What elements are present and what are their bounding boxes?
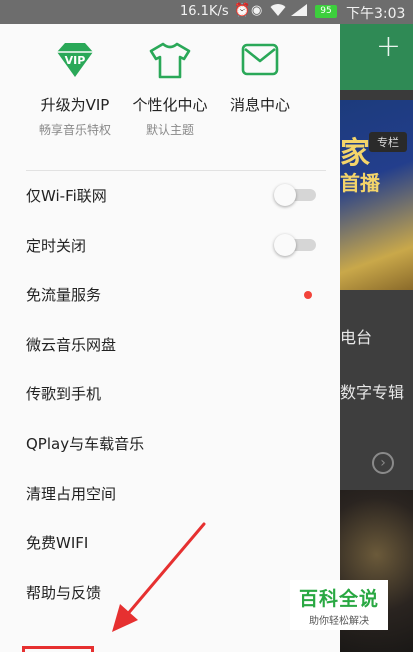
menu-item-transfer-songs[interactable]: 传歌到手机 <box>26 379 326 409</box>
vip-diamond-icon: VIP <box>53 40 97 80</box>
background-app: + 家 首播 专栏 电台 数字专辑 › <box>340 0 413 652</box>
battery-icon: 95 <box>315 5 337 18</box>
background-item-radio[interactable]: 电台 <box>340 324 372 348</box>
annotation-highlight-box <box>22 646 94 652</box>
toggle-knob <box>274 234 296 256</box>
menu-item-label: 微云音乐网盘 <box>26 336 117 354</box>
menu-item-label: QPlay与车载音乐 <box>26 435 145 453</box>
background-item-digital-album[interactable]: 数字专辑 <box>340 379 404 403</box>
feature-label: 升级为VIP <box>40 96 110 114</box>
menu-item-free-data[interactable]: 免流量服务 <box>26 280 326 310</box>
menu-item-label: 定时关闭 <box>26 237 87 255</box>
wifi-only-toggle[interactable] <box>274 184 316 206</box>
menu-item-label: 清理占用空间 <box>26 485 117 503</box>
annotation-arrow-icon <box>112 522 206 632</box>
menu-item-cloud-drive[interactable]: 微云音乐网盘 <box>26 330 326 360</box>
eye-icon: ◉ <box>251 3 263 18</box>
status-bar: 16.1K/s ⏰ ◉ 95 下午3:03 <box>0 0 413 24</box>
add-icon[interactable]: + <box>376 32 401 62</box>
menu-item-label: 帮助与反馈 <box>26 584 102 602</box>
notification-dot <box>304 291 312 299</box>
feature-sub: 默认主题 <box>145 123 194 137</box>
column-badge: 专栏 <box>369 132 407 152</box>
chevron-right-icon[interactable]: › <box>372 452 394 474</box>
menu-item-sleep-timer[interactable]: 定时关闭 <box>26 231 326 261</box>
watermark-subtitle: 助你轻松解决 <box>309 616 369 627</box>
message-center-button[interactable]: 消息中心 <box>205 40 315 115</box>
watermark-title: 百科全说 <box>298 588 379 610</box>
menu-item-qplay[interactable]: QPlay与车载音乐 <box>26 429 326 459</box>
watermark: 百科全说 助你轻松解决 <box>290 580 388 630</box>
mail-icon <box>238 40 282 80</box>
tshirt-icon <box>148 40 192 80</box>
sleep-timer-toggle[interactable] <box>274 234 316 256</box>
svg-text:VIP: VIP <box>65 54 86 67</box>
menu-item-label: 免流量服务 <box>26 286 102 304</box>
menu-item-clear-space[interactable]: 清理占用空间 <box>26 479 326 509</box>
menu-item-wifi-only[interactable]: 仅Wi-Fi联网 <box>26 181 326 211</box>
banner-text-1: 家 <box>340 136 370 171</box>
menu-item-label: 免费WIFI <box>26 534 89 552</box>
feature-label: 消息中心 <box>229 96 290 114</box>
wifi-icon <box>270 3 286 21</box>
divider <box>26 170 326 171</box>
network-speed: 16.1K/s <box>180 4 229 19</box>
signal-icon <box>290 3 308 21</box>
feature-sub: 畅享音乐特权 <box>38 123 111 137</box>
alarm-icon: ⏰ <box>234 3 251 18</box>
toggle-knob <box>274 184 296 206</box>
upgrade-vip-button[interactable]: VIP 升级为VIP 畅享音乐特权 <box>20 40 130 138</box>
menu-item-label: 仅Wi-Fi联网 <box>26 187 107 205</box>
banner-text-2: 首播 <box>340 171 380 195</box>
clock: 下午3:03 <box>346 6 406 22</box>
menu-item-label: 传歌到手机 <box>26 385 102 403</box>
